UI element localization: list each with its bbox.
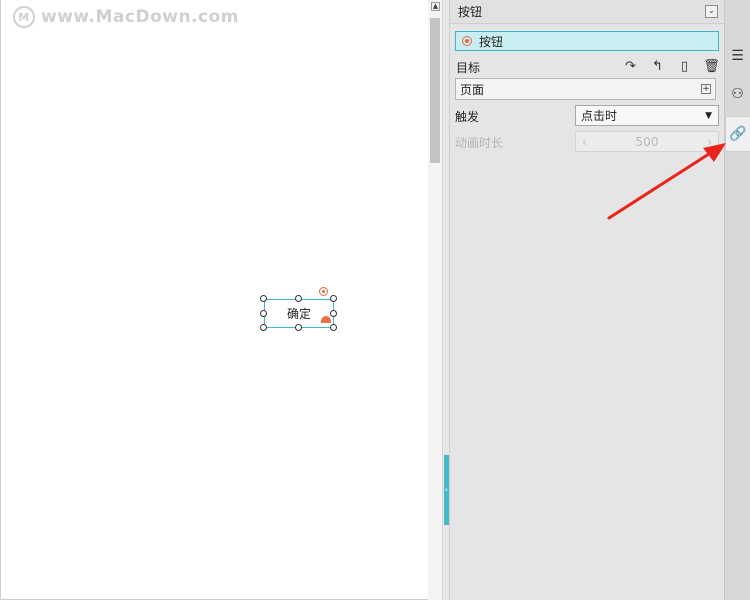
duration-value: 500	[635, 134, 659, 149]
resize-handle-middle-right[interactable]	[330, 310, 337, 317]
canvas-vertical-scrollbar[interactable]: ▲	[428, 0, 443, 600]
component-target-icon	[462, 36, 472, 46]
resize-handle-top-center[interactable]	[295, 295, 302, 302]
selected-component-label: 按钮	[479, 34, 504, 49]
resize-handle-top-right[interactable]	[330, 295, 337, 302]
redo-arrow-icon[interactable]: ↷	[622, 58, 639, 75]
resize-handle-top-left[interactable]	[260, 295, 267, 302]
panel-title: 按钮	[458, 5, 483, 19]
list-icon[interactable]: ☰	[725, 38, 750, 74]
watermark: M www.MacDown.com	[13, 6, 239, 28]
chevron-down-icon[interactable]: ⌄	[705, 5, 718, 18]
properties-panel: 按钮 ⌄ 按钮 目标 ↷ ↰ ▯ 🗑 页面 + 触发 点击时 ▼ 动画时长 ‹ …	[450, 0, 725, 600]
caret-down-icon: ▼	[705, 110, 712, 121]
trigger-value: 点击时	[581, 109, 618, 123]
page-icon[interactable]: ▯	[676, 58, 693, 75]
trash-icon[interactable]: 🗑	[703, 58, 720, 75]
scroll-up-arrow-icon[interactable]: ▲	[431, 2, 440, 11]
scrollbar-thumb[interactable]	[430, 18, 440, 163]
watermark-text: www.MacDown.com	[41, 7, 239, 27]
panel-header: 按钮 ⌄	[450, 0, 724, 24]
splitter-handle[interactable]: ›	[444, 455, 449, 525]
trigger-label: 触发	[455, 110, 480, 124]
interaction-marker-icon	[321, 316, 331, 323]
side-tab-strip: ☰ ⚇ 🔗	[725, 0, 750, 600]
resize-handle-bottom-right[interactable]	[330, 324, 337, 331]
link-target-icon[interactable]	[319, 287, 328, 296]
design-canvas[interactable]: M www.MacDown.com 确定	[0, 0, 428, 600]
return-arrow-icon[interactable]: ↰	[649, 58, 666, 75]
target-toolbar: ↷ ↰ ▯ 🗑	[622, 58, 720, 75]
watermark-logo: M	[13, 6, 35, 28]
link-icon[interactable]: 🔗	[725, 116, 750, 152]
shapes-icon[interactable]: ⚇	[725, 76, 750, 112]
resize-handle-middle-left[interactable]	[260, 310, 267, 317]
duration-stepper[interactable]: ‹ 500 ›	[575, 131, 719, 152]
duration-label: 动画时长	[455, 136, 504, 150]
plus-icon[interactable]: +	[701, 84, 711, 94]
decrement-icon[interactable]: ‹	[582, 135, 587, 149]
target-page-field[interactable]: 页面 +	[455, 78, 716, 100]
resize-handle-bottom-left[interactable]	[260, 324, 267, 331]
trigger-dropdown[interactable]: 点击时 ▼	[575, 105, 719, 126]
widget-label: 确定	[286, 307, 311, 321]
selected-component-row[interactable]: 按钮	[455, 31, 719, 51]
expand-arrow-icon: ›	[444, 485, 449, 494]
increment-icon[interactable]: ›	[707, 135, 712, 149]
target-label: 目标	[456, 61, 481, 75]
target-page-value: 页面	[460, 82, 485, 97]
resize-handle-bottom-center[interactable]	[295, 324, 302, 331]
